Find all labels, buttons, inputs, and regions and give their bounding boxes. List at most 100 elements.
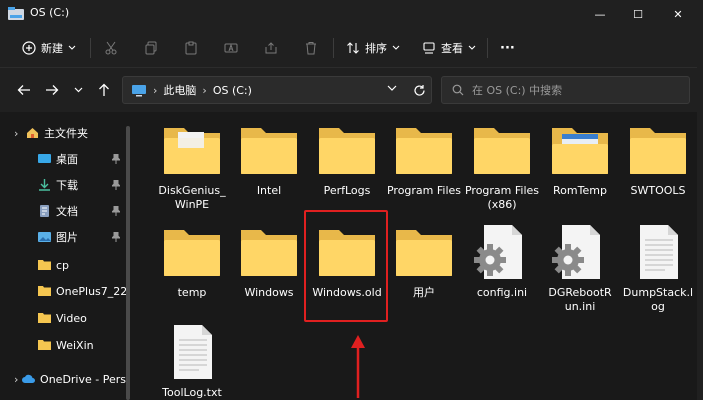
folder-icon [237,122,301,178]
back-button[interactable] [14,80,34,100]
pin-icon[interactable] [112,206,120,216]
search-input[interactable] [472,83,672,97]
file-name: DumpStack.l og [622,286,694,313]
up-button[interactable] [94,80,114,100]
navigation-pane: › 主文件夹 桌面 下载 文档 图片 cp OnePlus7_22 Video … [0,112,132,400]
sidebar-item-label: 图片 [56,231,78,244]
file-name: temp [177,286,207,299]
divider [333,38,334,58]
new-button[interactable]: 新建 [22,37,76,59]
minimize-button[interactable]: — [583,0,617,28]
sort-button[interactable]: 排序 [346,37,400,59]
sidebar-item-downloads[interactable]: 下载 [0,172,126,198]
refresh-icon[interactable] [413,84,426,97]
settings-file-icon [548,224,612,280]
sidebar-item-pictures[interactable]: 图片 [0,224,126,250]
file-item-dumpstack-log[interactable]: DumpStack.l og [620,224,696,314]
sidebar-item-label: 桌面 [56,153,78,166]
sidebar-item-cp[interactable]: cp [0,252,126,278]
address-bar[interactable]: › 此电脑 › OS (C:) [122,76,432,104]
copy-icon [145,41,157,55]
arrow-left-icon [17,85,30,95]
sidebar-item-weixin[interactable]: WeiXin [0,332,126,358]
maximize-button[interactable]: ☐ [621,0,655,28]
file-name: RomTemp [553,184,607,197]
file-name: Program Files [386,184,462,197]
file-item-dgrebootrun-ini[interactable]: DGRebootR un.ini [542,224,618,314]
expand-chevron-icon[interactable]: › [14,127,26,140]
cut-button[interactable] [104,37,118,59]
sidebar-item-label: cp [56,258,70,272]
folder-icon [38,286,51,296]
file-item-perflogs[interactable]: PerfLogs [309,122,385,198]
folder-icon [38,260,51,270]
file-item-intel[interactable]: Intel [231,122,307,198]
view-label: 查看 [441,42,463,55]
copy-button[interactable] [144,37,158,59]
sidebar-scrollbar[interactable] [126,126,130,400]
highlight-box [304,210,388,322]
file-item-user-folder[interactable]: 用户 [386,224,462,300]
sidebar-item-oneplus[interactable]: OnePlus7_220 [0,278,126,304]
file-name: DGRebootR un.ini [548,286,612,313]
folder-icon [38,313,51,323]
chevron-down-icon[interactable] [387,85,397,92]
document-icon [40,205,49,217]
file-item-windows[interactable]: Windows [231,224,307,300]
chevron-down-icon [468,45,476,50]
file-item-diskgenius-winpe[interactable]: DiskGenius_ WinPE [154,122,230,212]
sidebar-item-onedrive[interactable]: › OneDrive - Pers [0,366,126,392]
sidebar-item-label: 主文件夹 [44,127,88,140]
breadcrumb-drive[interactable]: OS (C:) [213,84,252,97]
file-name: PerfLogs [323,184,371,197]
view-button[interactable]: 查看 [422,37,476,59]
more-icon: ··· [500,40,515,56]
paste-button[interactable] [184,37,198,59]
file-item-program-files-x86[interactable]: Program Files (x86) [464,122,540,212]
sidebar-item-documents[interactable]: 文档 [0,198,126,224]
chevron-down-icon [74,87,82,93]
file-name: Intel [256,184,282,197]
sidebar-item-desktop[interactable]: 桌面 [0,146,126,172]
delete-button[interactable] [304,37,318,59]
text-file-icon [626,224,690,280]
file-item-temp[interactable]: temp [154,224,230,300]
cloud-icon [22,374,36,383]
more-button[interactable]: ··· [500,37,515,59]
forward-button[interactable] [42,80,62,100]
pin-icon[interactable] [112,232,120,242]
sidebar-item-label: WeiXin [56,338,94,352]
search-box[interactable] [441,76,690,104]
recent-locations-button[interactable] [68,80,88,100]
breadcrumb-this-pc[interactable]: 此电脑 [163,82,196,98]
arrow-right-icon [46,85,59,95]
file-name: config.ini [476,286,528,299]
divider [487,38,488,58]
close-button[interactable]: ✕ [661,0,695,28]
desktop-icon [38,154,51,163]
settings-file-icon [470,224,534,280]
file-name: Windows [244,286,294,299]
trash-icon [306,42,316,55]
sidebar-item-video[interactable]: Video [0,305,126,331]
arrow-up-icon [99,83,109,96]
share-button[interactable] [264,37,278,59]
file-item-config-ini[interactable]: config.ini [464,224,540,300]
file-item-swtools[interactable]: SWTOOLS [620,122,696,198]
folder-icon [548,122,612,178]
navigation-bar: › 此电脑 › OS (C:) [0,68,697,112]
rename-button[interactable] [224,37,238,59]
text-file-icon [160,324,224,380]
folder-icon [160,224,224,280]
pin-icon[interactable] [112,180,120,190]
file-item-program-files[interactable]: Program Files [386,122,462,198]
file-item-romtemp[interactable]: RomTemp [542,122,618,198]
folder-icon [315,122,379,178]
divider [90,38,91,58]
expand-chevron-icon[interactable]: › [14,373,22,386]
file-item-toollog-txt[interactable]: ToolLog.txt [154,324,230,400]
pin-icon[interactable] [112,154,120,164]
sidebar-item-home[interactable]: › 主文件夹 [0,120,126,146]
breadcrumb-separator: › [202,83,207,97]
computer-icon [132,84,146,96]
